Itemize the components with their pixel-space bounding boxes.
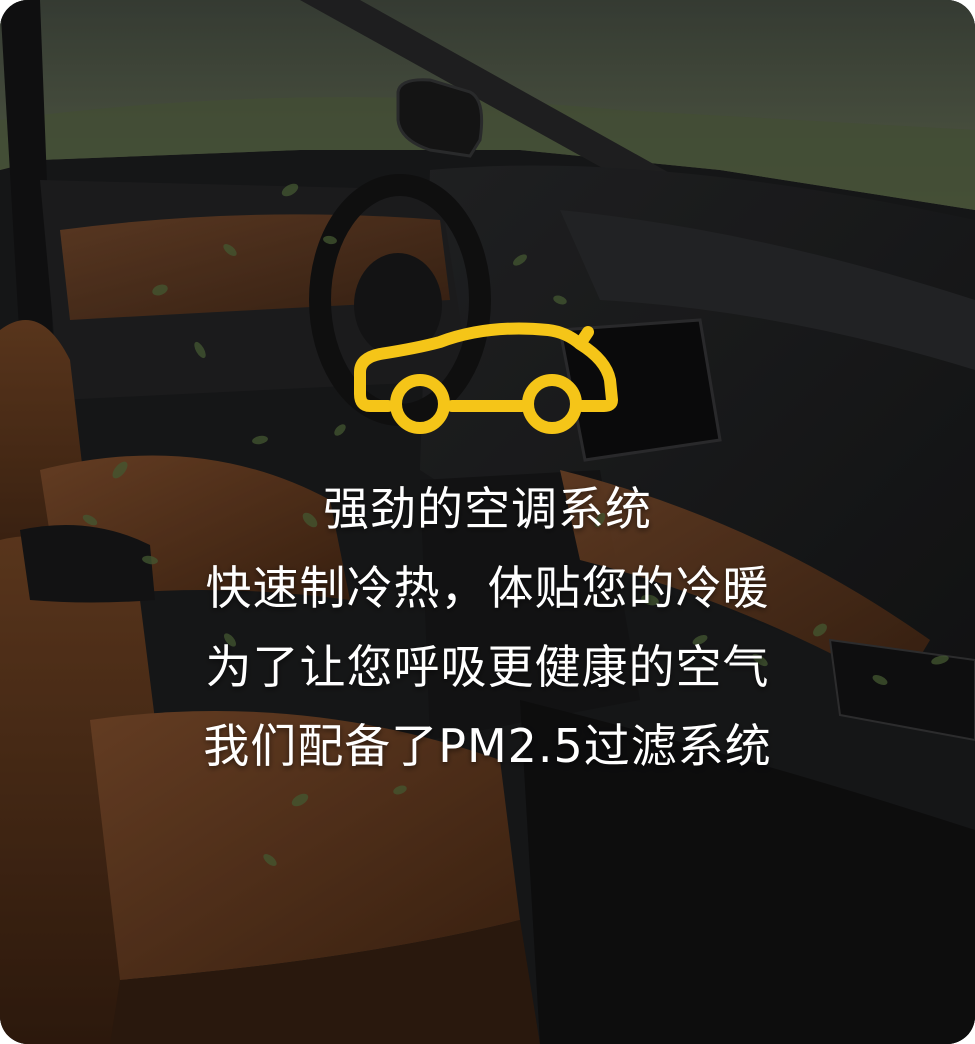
headline: 强劲的空调系统 <box>323 482 652 536</box>
description-line-2: 为了让您呼吸更健康的空气 <box>205 640 770 694</box>
feature-description: 强劲的空调系统 快速制冷热，体贴您的冷暖 为了让您呼吸更健康的空气 我们配备了P… <box>0 470 975 786</box>
banner-card: 强劲的空调系统 快速制冷热，体贴您的冷暖 为了让您呼吸更健康的空气 我们配备了P… <box>0 0 975 1044</box>
description-line-3: 我们配备了PM2.5过滤系统 <box>203 719 772 773</box>
car-icon <box>354 322 618 434</box>
description-line-1: 快速制冷热，体贴您的冷暖 <box>205 561 770 615</box>
